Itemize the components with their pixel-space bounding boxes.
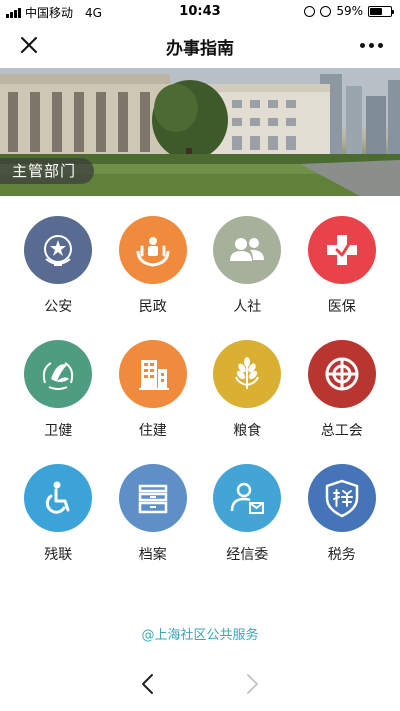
medical-cross-icon	[326, 235, 357, 265]
department-label: 经信委	[226, 547, 269, 563]
more-button[interactable]	[354, 30, 388, 60]
hr-icon-circle	[213, 216, 282, 284]
more-icon-dot	[359, 42, 365, 48]
banner-image: 主管部门	[0, 68, 400, 196]
department-label: 粮食	[233, 423, 262, 439]
banner-tag: 主管部门	[0, 158, 95, 184]
department-label: 民政	[138, 299, 167, 315]
grain-icon-circle	[213, 340, 282, 408]
disabled-federation-icon-circle	[24, 464, 93, 532]
economy-information-icon-circle	[213, 464, 282, 532]
department-medical-insurance[interactable]: 医保	[295, 216, 390, 340]
department-label: 医保	[327, 299, 356, 315]
browser-nav	[0, 668, 400, 702]
tax-shield-icon	[325, 479, 358, 518]
taxation-icon-circle	[307, 464, 376, 532]
chevron-left-icon	[142, 674, 153, 694]
forward-button[interactable]	[238, 670, 266, 698]
department-disabled-federation[interactable]: 残联	[11, 464, 106, 588]
department-grid: 公安 民政 人社 医保 卫健 住建 粮食 总工会 残联 档案 经信委 税务	[11, 216, 389, 588]
people-icon	[230, 238, 265, 261]
department-label: 档案	[138, 547, 167, 563]
building-icon	[138, 360, 169, 390]
department-label: 人社	[233, 299, 262, 315]
footer-link[interactable]: @上海社区公共服务	[0, 624, 400, 643]
status-bar: 中国移动 4G 10:43 59%	[0, 0, 400, 22]
department-label: 残联	[44, 547, 73, 563]
battery-fill	[370, 7, 382, 15]
battery-percent: 59%	[336, 4, 363, 18]
department-grain[interactable]: 粮食	[200, 340, 295, 464]
chevron-right-icon	[247, 674, 258, 694]
more-icon-dot	[377, 42, 383, 48]
department-police[interactable]: 公安	[11, 216, 106, 340]
orientation-lock-icon	[304, 5, 316, 17]
civil-affairs-icon	[136, 237, 170, 267]
department-label: 住建	[138, 423, 167, 439]
health-icon	[43, 362, 74, 390]
archive-box-icon	[138, 484, 167, 514]
trade-union-icon	[325, 357, 359, 391]
page-title: 办事指南	[166, 39, 234, 59]
user-mail-icon	[231, 482, 265, 514]
wheelchair-icon	[46, 481, 70, 514]
archives-icon-circle	[118, 464, 187, 532]
housing-icon-circle	[118, 340, 187, 408]
department-label: 卫健	[44, 423, 73, 439]
civil-affairs-icon-circle	[118, 216, 187, 284]
trade-union-icon-circle	[307, 340, 376, 408]
medical-insurance-icon-circle	[307, 216, 376, 284]
health-icon-circle	[24, 340, 93, 408]
police-emblem-icon	[44, 235, 73, 266]
nav-bar: 办事指南	[0, 22, 400, 68]
department-civil-affairs[interactable]: 民政	[106, 216, 201, 340]
department-trade-union[interactable]: 总工会	[295, 340, 390, 464]
grain-icon	[235, 357, 260, 389]
department-label: 税务	[327, 547, 356, 563]
more-icon-dot	[368, 42, 374, 48]
department-human-resources[interactable]: 人社	[200, 216, 295, 340]
department-archives[interactable]: 档案	[106, 464, 201, 588]
police-icon-circle	[24, 216, 93, 284]
department-label: 总工会	[320, 423, 363, 439]
battery-icon	[368, 5, 394, 17]
department-taxation[interactable]: 税务	[295, 464, 390, 588]
department-health[interactable]: 卫健	[11, 340, 106, 464]
department-label: 公安	[44, 299, 73, 315]
department-economy-information[interactable]: 经信委	[200, 464, 295, 588]
alarm-icon	[320, 5, 332, 17]
department-housing[interactable]: 住建	[106, 340, 201, 464]
back-button[interactable]	[134, 670, 162, 698]
status-right: 59%	[304, 4, 394, 18]
